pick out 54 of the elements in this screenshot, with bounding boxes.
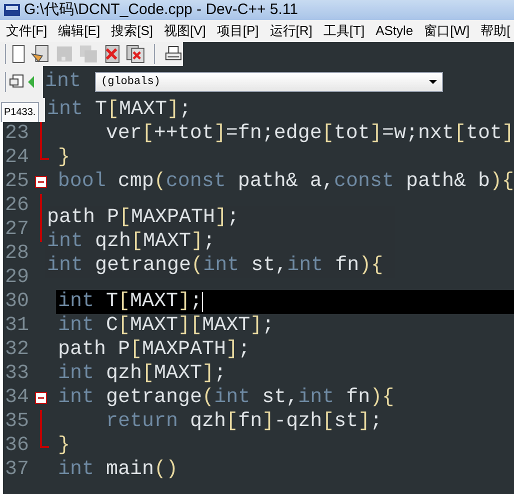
file-tab[interactable]: P1433. bbox=[1, 102, 39, 122]
code-line: } bbox=[58, 434, 70, 458]
menu-item[interactable]: 工具[T] bbox=[323, 21, 365, 41]
code-line: path P[MAXPATH]; bbox=[58, 338, 250, 362]
code-line: int qzh[MAXT]; bbox=[47, 230, 216, 253]
line-number: 36 bbox=[4, 434, 30, 458]
line-number: 31 bbox=[4, 314, 30, 338]
line-number: 33 bbox=[4, 362, 30, 386]
menu-item[interactable]: 项目[P] bbox=[216, 21, 259, 41]
open-file-icon[interactable] bbox=[31, 44, 50, 64]
line-number: 29 bbox=[4, 266, 30, 290]
fold-collapse-icon[interactable] bbox=[35, 392, 47, 404]
new-file-icon[interactable] bbox=[10, 44, 26, 64]
window-icon[interactable] bbox=[9, 74, 25, 90]
line-number: 23 bbox=[4, 122, 30, 146]
menu-item[interactable]: 文件[F] bbox=[6, 21, 48, 41]
menu-item[interactable]: 帮助[ bbox=[480, 21, 510, 41]
menu-item[interactable]: 窗口[W] bbox=[424, 21, 470, 41]
text-cursor bbox=[202, 292, 204, 312]
code-line: int bbox=[45, 70, 82, 93]
menu-item[interactable]: 视图[V] bbox=[164, 21, 206, 41]
code-line: int T[MAXT]; bbox=[47, 98, 192, 121]
code-line: path P[MAXPATH]; bbox=[47, 206, 240, 229]
menu-item[interactable]: 搜索[S] bbox=[111, 21, 153, 41]
line-number: 32 bbox=[4, 338, 30, 362]
line-number: 34 bbox=[4, 386, 30, 410]
menu-item[interactable]: 运行[R] bbox=[270, 21, 312, 41]
code-line: int C[MAXT][MAXT]; bbox=[58, 314, 274, 338]
line-number: 35 bbox=[4, 410, 30, 434]
code-line: bool cmp(const path& a,const path& b){ bbox=[58, 170, 514, 194]
code-line: int getrange(int st,int fn){ bbox=[58, 386, 394, 410]
menu-item[interactable]: AStyle bbox=[376, 21, 414, 41]
close-all-icon[interactable] bbox=[126, 44, 146, 64]
line-number: 30 bbox=[4, 290, 30, 314]
app-logo-icon bbox=[4, 4, 20, 16]
code-line: int T[MAXT]; bbox=[58, 290, 202, 314]
code-line: return qzh[fn]-qzh[st]; bbox=[105, 410, 382, 434]
line-number: 28 bbox=[4, 242, 30, 266]
line-number: 26 bbox=[4, 194, 30, 218]
line-number: 37 bbox=[4, 458, 30, 482]
code-line: int main() bbox=[58, 458, 178, 482]
close-file-icon[interactable] bbox=[102, 44, 122, 64]
menu-item[interactable]: 编辑[E] bbox=[58, 21, 100, 41]
code-line: ver[++tot]=fn;edge[tot]=w;nxt[tot] bbox=[104, 122, 514, 146]
window-title: G:\代码\DCNT_Code.cpp - Dev-C++ 5.11 bbox=[24, 0, 298, 20]
scope-dropdown[interactable]: (globals) bbox=[95, 72, 443, 92]
code-line: } bbox=[58, 146, 70, 170]
line-number: 24 bbox=[4, 146, 30, 170]
code-line: int qzh[MAXT]; bbox=[58, 362, 226, 386]
line-number: 25 bbox=[4, 170, 30, 194]
fold-collapse-icon[interactable] bbox=[34, 176, 47, 188]
code-line: int getrange(int st,int fn){ bbox=[47, 254, 384, 277]
dropdown-caret-icon bbox=[429, 80, 437, 84]
line-number: 27 bbox=[4, 218, 30, 242]
